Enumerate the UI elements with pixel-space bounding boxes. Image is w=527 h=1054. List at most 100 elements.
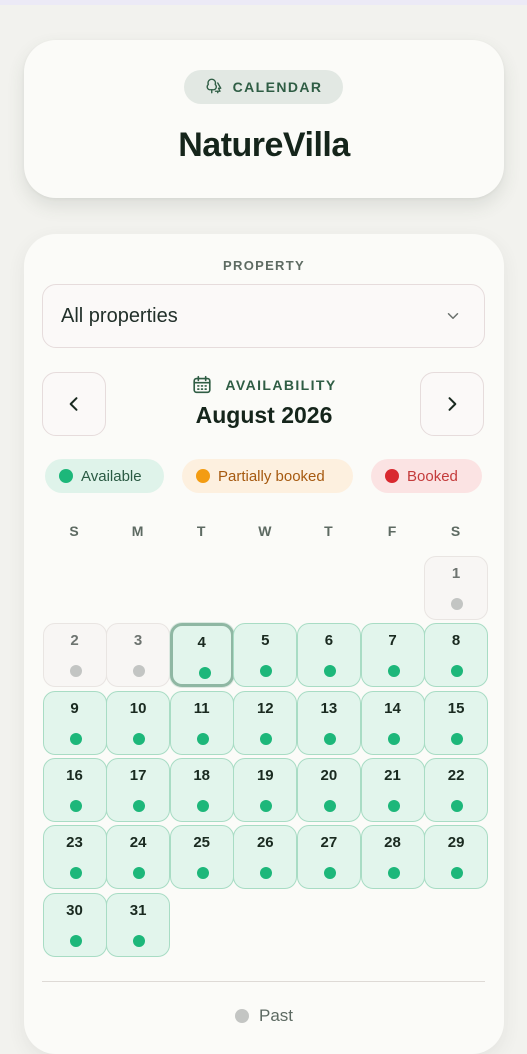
day-number: 21 bbox=[384, 766, 401, 784]
status-dot-icon bbox=[133, 934, 146, 947]
status-dot-icon bbox=[451, 799, 464, 812]
status-dot-icon bbox=[69, 934, 82, 947]
day-cell-8[interactable]: 8 bbox=[424, 623, 489, 688]
day-cell-29[interactable]: 29 bbox=[424, 825, 489, 890]
next-month-button[interactable] bbox=[420, 372, 484, 436]
status-dot-icon bbox=[323, 867, 336, 880]
day-number: 28 bbox=[384, 834, 401, 852]
badge-label: CALENDAR bbox=[232, 79, 323, 95]
header-card: CALENDAR NatureVilla bbox=[24, 40, 504, 198]
day-cell-20[interactable]: 20 bbox=[296, 757, 361, 822]
day-cell-24[interactable]: 24 bbox=[106, 825, 171, 890]
status-dot-icon bbox=[260, 799, 273, 812]
weekday-header: S bbox=[450, 523, 461, 539]
day-number: 6 bbox=[324, 632, 334, 650]
day-cell-30[interactable]: 30 bbox=[42, 892, 107, 957]
status-dot-icon bbox=[133, 665, 146, 678]
day-number: 3 bbox=[133, 632, 143, 650]
day-cell-7[interactable]: 7 bbox=[360, 623, 425, 688]
partial-dot-icon bbox=[196, 469, 210, 483]
divider bbox=[42, 981, 485, 982]
day-number: 24 bbox=[129, 834, 147, 852]
day-cell-22[interactable]: 22 bbox=[424, 757, 489, 822]
status-dot-icon bbox=[323, 732, 336, 745]
status-dot-icon bbox=[323, 799, 336, 812]
day-number: 12 bbox=[256, 699, 274, 717]
day-cell-12[interactable]: 12 bbox=[233, 690, 298, 755]
day-number: 2 bbox=[70, 632, 79, 650]
day-number: 16 bbox=[66, 766, 83, 784]
day-cell-9[interactable]: 9 bbox=[42, 690, 107, 755]
day-cell-14[interactable]: 14 bbox=[360, 690, 425, 755]
day-number: 19 bbox=[256, 766, 274, 784]
legend-available-label: Available bbox=[81, 467, 142, 485]
day-number: 25 bbox=[193, 834, 211, 852]
day-number: 22 bbox=[447, 766, 465, 784]
day-cell-18[interactable]: 18 bbox=[169, 757, 234, 822]
status-dot-icon bbox=[69, 732, 82, 745]
weekday-header: F bbox=[387, 523, 397, 539]
availability-text: AVAILABILITY bbox=[225, 377, 337, 393]
day-cell-1[interactable]: 1 bbox=[424, 556, 489, 620]
day-cell-19[interactable]: 19 bbox=[233, 757, 298, 822]
day-number: 29 bbox=[447, 834, 465, 852]
status-dot-icon bbox=[69, 665, 82, 678]
top-bar bbox=[0, 0, 527, 5]
status-dot-icon bbox=[451, 867, 464, 880]
day-cell-16[interactable]: 16 bbox=[42, 757, 107, 822]
status-dot-icon bbox=[69, 799, 82, 812]
day-number: 4 bbox=[197, 634, 206, 652]
weekday-header: W bbox=[258, 523, 272, 539]
weekday-header: T bbox=[324, 523, 333, 539]
property-label: PROPERTY bbox=[223, 258, 305, 273]
status-dot-icon bbox=[260, 665, 273, 678]
day-cell-6[interactable]: 6 bbox=[296, 623, 361, 688]
legend-partially-booked: Partially booked bbox=[182, 459, 353, 493]
chevron-right-icon bbox=[448, 397, 457, 411]
day-cell-31[interactable]: 31 bbox=[106, 892, 171, 957]
weekday-header: M bbox=[131, 523, 144, 539]
day-number: 15 bbox=[447, 699, 465, 717]
app-title: NatureVilla bbox=[178, 126, 350, 164]
chevron-down-icon bbox=[447, 313, 459, 319]
day-number: 17 bbox=[129, 766, 147, 784]
day-cell-28[interactable]: 28 bbox=[360, 825, 425, 890]
legend-partial-label: Partially booked bbox=[218, 467, 325, 485]
day-cell-11[interactable]: 11 bbox=[169, 690, 234, 755]
property-select[interactable]: All properties bbox=[42, 284, 485, 348]
day-number: 5 bbox=[261, 632, 270, 650]
day-cell-27[interactable]: 27 bbox=[296, 825, 361, 890]
day-number: 1 bbox=[451, 565, 461, 582]
status-dot-icon bbox=[196, 799, 209, 812]
status-dot-icon bbox=[323, 665, 336, 678]
day-cell-26[interactable]: 26 bbox=[233, 825, 298, 890]
property-select-value: All properties bbox=[61, 304, 178, 327]
weekday-header: T bbox=[196, 523, 206, 539]
day-cell-17[interactable]: 17 bbox=[106, 757, 171, 822]
calendar-card: PROPERTY All properties AVAILABILITY Aug… bbox=[24, 234, 504, 1054]
day-cell-5[interactable]: 5 bbox=[233, 623, 298, 688]
status-dot-icon bbox=[198, 667, 211, 680]
day-cell-10[interactable]: 10 bbox=[106, 690, 171, 755]
status-dot-icon bbox=[260, 732, 273, 745]
status-dot-icon bbox=[133, 867, 146, 880]
day-cell-13[interactable]: 13 bbox=[296, 690, 361, 755]
day-number: 13 bbox=[320, 699, 338, 717]
day-number: 30 bbox=[66, 901, 83, 919]
day-cell-4[interactable]: 4 bbox=[169, 623, 234, 688]
day-number: 26 bbox=[256, 834, 274, 852]
available-dot-icon bbox=[59, 469, 73, 483]
day-cell-25[interactable]: 25 bbox=[169, 825, 234, 890]
day-number: 10 bbox=[129, 699, 147, 717]
status-dot-icon bbox=[387, 867, 400, 880]
day-number: 14 bbox=[384, 699, 401, 717]
day-cell-21[interactable]: 21 bbox=[360, 757, 425, 822]
day-cell-23[interactable]: 23 bbox=[42, 825, 107, 890]
day-cell-2[interactable]: 2 bbox=[42, 623, 107, 688]
status-dot-icon bbox=[133, 732, 146, 745]
day-number: 9 bbox=[70, 699, 79, 717]
day-number: 18 bbox=[193, 766, 211, 784]
day-cell-3[interactable]: 3 bbox=[106, 623, 171, 688]
legend-booked: Booked bbox=[371, 459, 482, 493]
day-cell-15[interactable]: 15 bbox=[424, 690, 489, 755]
